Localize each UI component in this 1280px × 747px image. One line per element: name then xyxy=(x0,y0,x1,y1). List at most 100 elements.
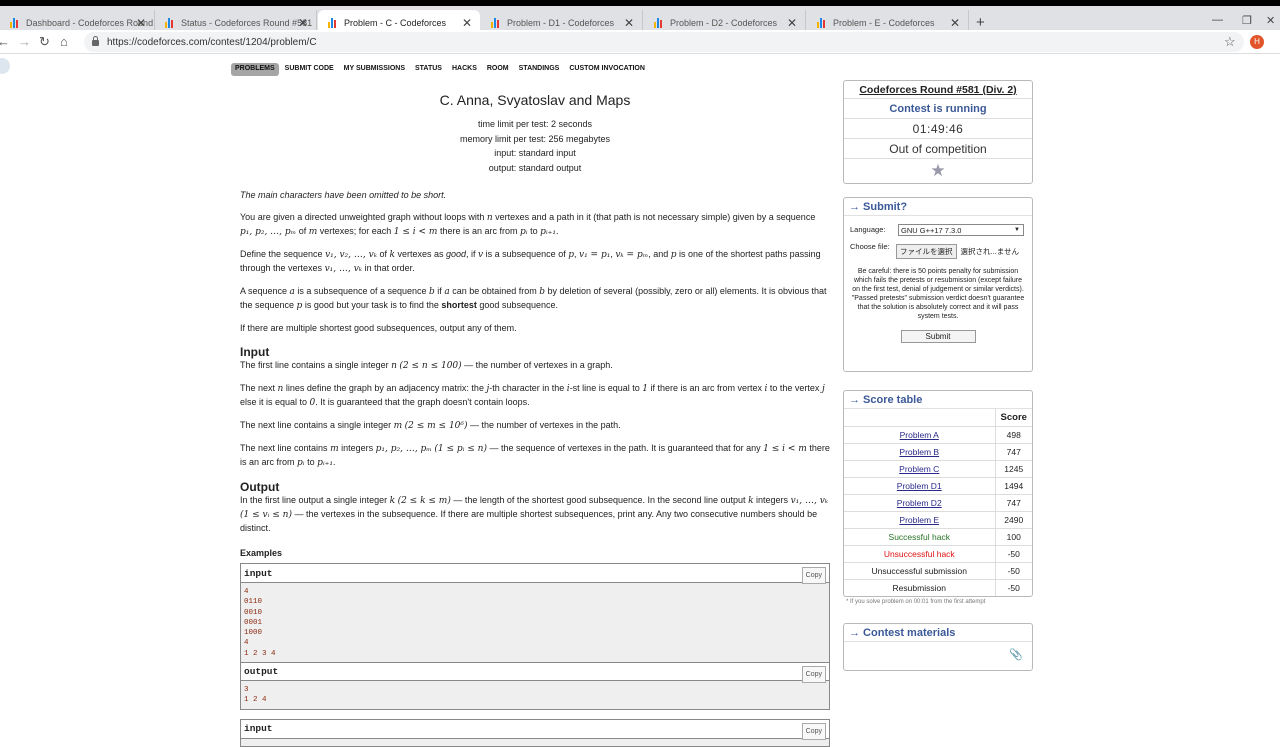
math: n xyxy=(391,361,397,371)
text: vertexes and a path in it (that path is … xyxy=(492,212,816,222)
reload-icon[interactable]: ↻ xyxy=(39,34,50,50)
text: . It is guaranteed that the graph doesn'… xyxy=(315,397,530,407)
browser-tab-bar: Dashboard - Codeforces Round ✕ Status - … xyxy=(0,0,1280,36)
close-icon[interactable]: ✕ xyxy=(624,16,634,30)
tab-title: Problem - D2 - Codeforces xyxy=(670,18,778,28)
menu-status[interactable]: STATUS xyxy=(411,63,446,76)
text: — the length of the shortest good subseq… xyxy=(450,495,749,505)
submit-button[interactable]: Submit xyxy=(900,330,976,343)
paperclip-icon[interactable]: 📎 xyxy=(1009,648,1023,661)
language-label: Language: xyxy=(850,225,886,234)
side-circle-icon[interactable] xyxy=(0,58,10,74)
sample-input xyxy=(241,738,829,746)
menu-hacks[interactable]: HACKS xyxy=(448,63,481,76)
row-score: -50 xyxy=(994,561,1032,579)
text: You are given a directed unweighted grap… xyxy=(240,212,487,222)
menu-custom-invocation[interactable]: CUSTOM INVOCATION xyxy=(565,63,649,76)
problem-b-link[interactable]: Problem B xyxy=(899,447,939,457)
input-section-title: Input xyxy=(240,345,270,359)
problem-e-link[interactable]: Problem E xyxy=(899,515,939,525)
header-score: Score xyxy=(994,409,1032,426)
language-select[interactable]: GNU G++17 7.3.0 xyxy=(898,224,1024,236)
copy-button[interactable]: Copy xyxy=(801,722,826,740)
sample-header: input Copy xyxy=(241,719,829,740)
maximize-icon[interactable]: ❐ xyxy=(1242,14,1252,27)
close-icon[interactable]: ✕ xyxy=(136,16,146,30)
round-title-link[interactable]: Codeforces Round #581 (Div. 2) xyxy=(844,81,1032,99)
copy-button[interactable]: Copy xyxy=(801,666,826,684)
home-icon[interactable]: ⌂ xyxy=(60,34,68,49)
avatar[interactable]: H xyxy=(1250,35,1264,49)
menu-standings[interactable]: STANDINGS xyxy=(515,63,564,76)
text: The next line contains xyxy=(240,443,331,453)
text: of xyxy=(376,249,390,259)
table-row: Successful hack 100 xyxy=(844,527,1032,545)
submit-box: → Submit? Language: GNU G++17 7.3.0 Choo… xyxy=(843,197,1033,372)
math: pᵢ xyxy=(297,458,305,468)
row-score: -50 xyxy=(994,544,1032,562)
menu-problems[interactable]: PROBLEMS xyxy=(231,63,279,76)
text: — the number of vertexes in the path. xyxy=(467,420,621,430)
url-text: https://codeforces.com/contest/1204/prob… xyxy=(107,36,317,48)
lock-icon xyxy=(92,36,99,46)
sample-output: 3 1 2 4 xyxy=(241,681,829,709)
close-icon[interactable]: ✕ xyxy=(787,16,797,30)
sample-header: output Copy xyxy=(241,662,829,684)
new-tab-icon[interactable]: + xyxy=(976,14,985,31)
text: , and xyxy=(648,249,671,259)
row-name: Problem C xyxy=(844,459,995,477)
math: p₁, p₂, …, pₘ xyxy=(375,444,432,454)
codeforces-favicon-icon xyxy=(491,18,501,28)
minimize-icon[interactable]: — xyxy=(1212,14,1223,26)
text: else it is equal to xyxy=(240,397,310,407)
table-row: Problem C 1245 xyxy=(844,459,1032,477)
math: k xyxy=(389,496,396,506)
text: if there is an arc from vertex xyxy=(647,383,765,393)
text: -th character in the xyxy=(489,383,567,393)
table-row: Problem A 498 xyxy=(844,425,1032,443)
tab-title: Problem - E - Codeforces xyxy=(833,18,935,28)
math: vₖ = pₘ xyxy=(615,250,649,260)
url-input[interactable]: https://codeforces.com/contest/1204/prob… xyxy=(84,32,1244,52)
copy-button[interactable]: Copy xyxy=(801,567,826,584)
sample-label: output xyxy=(244,666,279,678)
row-name: Problem A xyxy=(844,425,995,443)
back-icon[interactable]: ← xyxy=(0,34,10,49)
problem-a-link[interactable]: Problem A xyxy=(900,430,939,440)
row-score: -50 xyxy=(994,578,1032,596)
text: — the vertexes in the subsequence. If th… xyxy=(240,509,818,533)
codeforces-favicon-icon xyxy=(10,18,20,28)
close-icon[interactable]: ✕ xyxy=(950,16,960,30)
problem-d1-link[interactable]: Problem D1 xyxy=(897,481,942,491)
statement-paragraph: If there are multiple shortest good subs… xyxy=(240,323,517,333)
star-icon[interactable]: ★ xyxy=(930,161,945,180)
math: m xyxy=(308,227,318,237)
statement-paragraph: You are given a directed unweighted grap… xyxy=(240,212,816,237)
sample-test: input Copy 4 0110 0010 0001 1000 4 1 2 3 … xyxy=(240,563,830,710)
problem-d2-link[interactable]: Problem D2 xyxy=(897,498,942,508)
problem-c-link[interactable]: Problem C xyxy=(899,464,939,474)
bookmark-star-icon[interactable]: ☆ xyxy=(1224,34,1236,50)
window-close-icon[interactable]: ✕ xyxy=(1266,14,1275,27)
menu-room[interactable]: ROOM xyxy=(483,63,513,76)
problem-statement: C. Anna, Svyatoslav and Maps time limit … xyxy=(240,88,830,747)
statement-paragraph: Define the sequence v₁, v₂, …, vₖ of k v… xyxy=(240,248,830,276)
sample-test: input Copy xyxy=(240,718,830,747)
text: is good but your task is to find the xyxy=(302,300,442,310)
math: v₁, …, vₖ xyxy=(790,496,829,506)
statement-paragraph: A sequence a is a subsequence of a seque… xyxy=(240,285,830,313)
text: In the first line output a single intege… xyxy=(240,495,390,505)
favourite-star[interactable]: ★ xyxy=(844,159,1032,183)
codeforces-favicon-icon xyxy=(654,18,664,28)
menu-submit-code[interactable]: SUBMIT CODE xyxy=(281,63,338,76)
choose-file-button[interactable]: ファイルを選択 xyxy=(896,244,957,259)
row-name: Successful hack xyxy=(844,527,995,545)
math: (2 ≤ k ≤ m) xyxy=(397,496,451,506)
menu-my-submissions[interactable]: MY SUBMISSIONS xyxy=(340,63,409,76)
forward-icon[interactable]: → xyxy=(18,34,31,49)
close-icon[interactable]: ✕ xyxy=(462,16,472,30)
submit-box-title: → Submit? xyxy=(844,198,1032,216)
row-name: Resubmission xyxy=(844,578,995,596)
math: 1 ≤ i < m xyxy=(763,444,807,454)
close-icon[interactable]: ✕ xyxy=(298,16,308,30)
